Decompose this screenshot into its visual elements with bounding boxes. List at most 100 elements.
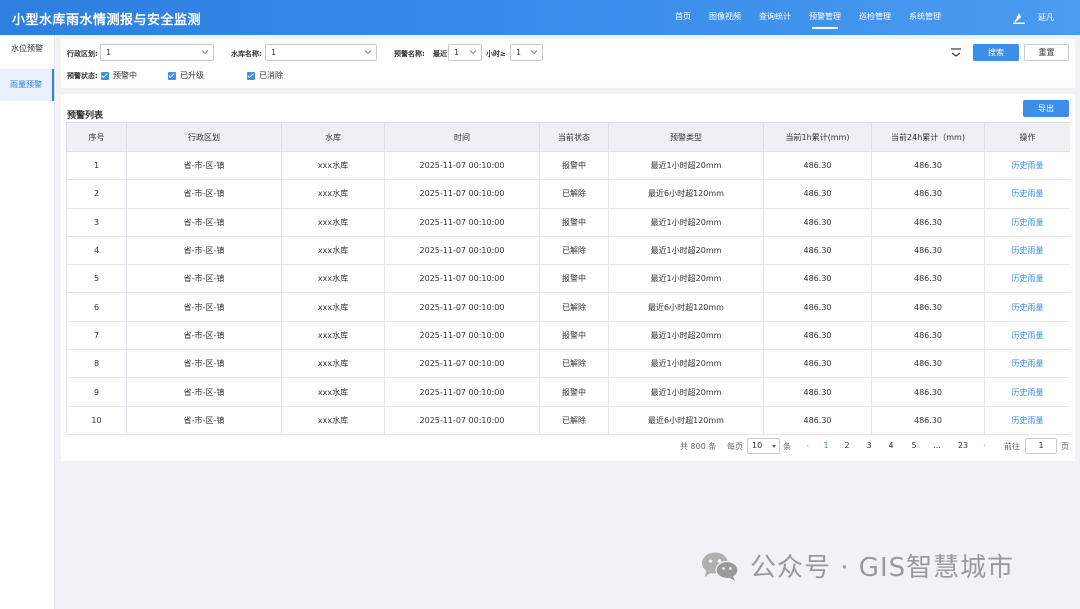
cell-time: 2025-11-07 00:10:00 [384,377,540,407]
collapse-filter-icon[interactable] [950,47,962,59]
cell-status: 已解除 [539,179,609,209]
column-header[interactable]: 水库 [281,122,385,152]
nav-item-inspection[interactable]: 巡检管理 [850,0,900,35]
cell-time: 2025-11-07 00:10:00 [384,292,540,322]
cell-index: 10 [66,405,127,435]
cell-time: 2025-11-07 00:10:00 [384,264,540,294]
nav-item-query-stats[interactable]: 查询统计 [750,0,800,35]
history-rainfall-link[interactable]: 历史雨量 [984,320,1070,351]
per-page-value: 10 [752,441,763,450]
cell-warning-type: 最近1小时超20mm [608,150,764,181]
column-header[interactable]: 当前24h累计（mm) [871,122,985,152]
app-title: 小型水库雨水情测报与安全监测 [12,13,202,28]
nav-item-system[interactable]: 系统管理 [900,0,950,35]
checkbox-checked-icon [101,71,109,80]
cell-reservoir: xxx水库 [281,377,385,407]
page-number-3[interactable]: 3 [862,441,876,450]
chevron-down-icon [469,50,477,55]
nav-item-home[interactable]: 首页 [666,0,700,35]
cell-warning-type: 最近6小时超120mm [608,405,764,435]
search-button[interactable]: 搜索 [973,44,1019,61]
history-rainfall-link[interactable]: 历史雨量 [984,179,1070,209]
prev-page-button[interactable]: ‹ [806,441,809,450]
recent-select-value: 1 [454,48,460,57]
reset-button[interactable]: 重置 [1024,44,1069,61]
status-label: 预警状态: [67,72,98,80]
table-row: 4 省-市-区-镇 xxx水库 2025-11-07 00:10:00 已解除 … [66,235,1070,266]
cell-warning-type: 最近1小时超20mm [608,235,764,266]
cell-warning-type: 最近1小时超20mm [608,320,764,351]
history-rainfall-link[interactable]: 历史雨量 [984,207,1070,237]
cell-reservoir: xxx水库 [281,320,385,351]
history-rainfall-link[interactable]: 历史雨量 [984,150,1070,181]
column-header[interactable]: 序号 [66,122,127,152]
cell-status: 报警中 [539,377,609,407]
status-checkbox-cleared[interactable]: 已消除 [247,70,283,81]
cell-status: 报警中 [539,264,609,294]
region-select[interactable]: 1 [100,44,214,61]
cell-24h-total: 486.30 [871,405,985,435]
page-number-2[interactable]: 2 [840,441,854,450]
pagination: 共 800 条 每页 10 条 ‹ 1 2 3 4 5 … 23 › 前往 1 … [61,438,1075,456]
goto-page-input[interactable]: 1 [1025,438,1057,454]
pagination-total: 共 800 条 [680,442,717,451]
sidebar-item-water-level-warning[interactable]: 水位预警 [0,35,54,63]
column-header[interactable]: 行政区划 [126,122,282,152]
hours-select[interactable]: 1 [510,44,543,61]
cell-index: 4 [66,235,127,266]
goto-label: 前往 [1004,442,1020,451]
status-checkbox-upgraded[interactable]: 已升级 [168,70,204,81]
history-rainfall-link[interactable]: 历史雨量 [984,235,1070,266]
history-rainfall-link[interactable]: 历史雨量 [984,349,1070,379]
cell-reservoir: xxx水库 [281,264,385,294]
sidebar-item-rainfall-warning[interactable]: 雨量预警 [0,69,54,101]
history-rainfall-link[interactable]: 历史雨量 [984,264,1070,294]
page-number-last[interactable]: 23 [954,441,972,450]
cell-1h-total: 486.30 [763,405,872,435]
cell-status: 报警中 [539,150,609,181]
cell-warning-type: 最近1小时超20mm [608,207,764,237]
per-page-select[interactable]: 10 [747,438,780,454]
history-rainfall-link[interactable]: 历史雨量 [984,377,1070,407]
cell-time: 2025-11-07 00:10:00 [384,320,540,351]
column-header[interactable]: 操作 [984,122,1070,152]
reservoir-select[interactable]: 1 [265,44,377,61]
page-number-1[interactable]: 1 [819,441,833,450]
recent-label: 最近 [433,50,447,58]
table-row: 8 省-市-区-镇 xxx水库 2025-11-07 00:10:00 已解除 … [66,349,1070,379]
user-menu[interactable]: 延凡 [1012,0,1054,35]
nav-item-warning-management[interactable]: 预警管理 [800,0,850,35]
cell-status: 报警中 [539,207,609,237]
cell-reservoir: xxx水库 [281,235,385,266]
chevron-down-icon [201,50,209,55]
export-button[interactable]: 导出 [1023,100,1069,117]
column-header[interactable]: 当前状态 [539,122,609,152]
status-checkbox-alarming[interactable]: 预警中 [101,70,137,81]
region-select-value: 1 [106,48,112,57]
per-page-unit: 条 [783,442,791,451]
column-header[interactable]: 预警类型 [608,122,764,152]
cell-region: 省-市-区-镇 [126,405,282,435]
page-number-5[interactable]: 5 [907,441,921,450]
column-header[interactable]: 当前1h累计(mm) [763,122,872,152]
cell-24h-total: 486.30 [871,207,985,237]
page-ellipsis[interactable]: … [930,441,944,450]
cell-24h-total: 486.30 [871,179,985,209]
history-rainfall-link[interactable]: 历史雨量 [984,405,1070,435]
page-number-4[interactable]: 4 [884,441,898,450]
nav-item-image-video[interactable]: 图像视频 [700,0,750,35]
cell-reservoir: xxx水库 [281,405,385,435]
chevron-down-icon [530,50,538,55]
cell-reservoir: xxx水库 [281,292,385,322]
cell-24h-total: 486.30 [871,235,985,266]
cell-warning-type: 最近6小时超120mm [608,179,764,209]
column-header[interactable]: 时间 [384,122,540,152]
cell-reservoir: xxx水库 [281,349,385,379]
chevron-down-icon [364,50,372,55]
cell-1h-total: 486.30 [763,150,872,181]
history-rainfall-link[interactable]: 历史雨量 [984,292,1070,322]
filter-panel: 行政区划: 1 水库名称: 1 预警名称: 最近 1 小时≥ 1 预警状态: 预… [61,39,1075,88]
app-header: 小型水库雨水情测报与安全监测 首页 图像视频 查询统计 预警管理 巡检管理 系统… [0,0,1080,35]
next-page-button[interactable]: › [983,441,986,450]
recent-select[interactable]: 1 [448,44,482,61]
